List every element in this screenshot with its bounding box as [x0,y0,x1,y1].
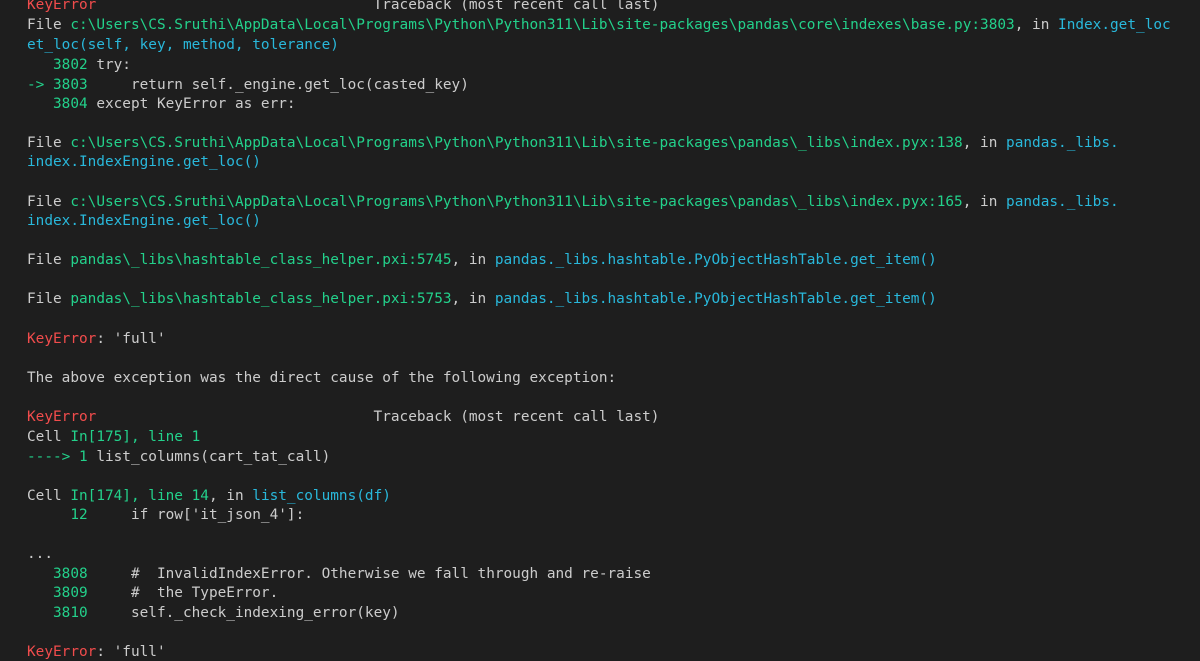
terminal-line-code-3810: 3810 self._check_indexing_error(key) [27,604,400,623]
terminal-text: self._check_indexing_error(key) [87,605,400,621]
terminal-text: Index.get_loc [1058,17,1171,33]
terminal-line-code-3802: 3802 try: [27,56,131,75]
terminal-text: 3802 [27,57,88,73]
terminal-text: KeyError [27,644,97,660]
terminal-text: Cell [27,488,71,504]
terminal-text: KeyError [27,409,97,425]
terminal-text: 3810 [27,605,88,621]
terminal-line-code-3804: 3804 except KeyError as err: [27,95,296,114]
terminal-text: c:\Users\CS.Sruthi\AppData\Local\Program… [70,17,1015,33]
terminal-line-key-error-2: KeyError: 'full' [27,643,166,661]
terminal-text: File [27,17,71,33]
terminal-text: File [27,135,71,151]
terminal-line-file-line-3a: File c:\Users\CS.Sruthi\AppData\Local\Pr… [27,193,1119,212]
terminal-line-file-line-3b: index.IndexEngine.get_loc() [27,212,261,231]
terminal-text: In[174], line 14 [70,488,209,504]
terminal-text: except KeyError as err: [87,96,296,112]
terminal-text: In[175], line 1 [70,429,201,445]
terminal-line-file-line-1b: et_loc(self, key, method, tolerance) [27,36,339,55]
terminal-line-error-header-1: KeyError Traceback (most recent call las… [27,0,659,15]
terminal-text: ... [27,546,53,562]
terminal-text: pandas\_libs\hashtable_class_helper.pxi:… [70,252,452,268]
terminal-text: Cell [27,429,71,445]
terminal-line-key-error-1: KeyError: 'full' [27,330,166,349]
terminal-line-error-header-2: KeyError Traceback (most recent call las… [27,408,659,427]
terminal-text: , in [1014,17,1059,33]
terminal-text: File [27,252,71,268]
terminal-text: KeyError [27,331,97,347]
terminal-line-file-line-1a: File c:\Users\CS.Sruthi\AppData\Local\Pr… [27,16,1171,35]
terminal-line-file-line-2a: File c:\Users\CS.Sruthi\AppData\Local\Pr… [27,134,1119,153]
terminal-text: pandas._libs. [1006,135,1119,151]
terminal-line-code-3809: 3809 # the TypeError. [27,584,278,603]
terminal-line-cause-message: The above exception was the direct cause… [27,369,616,388]
terminal-text: try: [87,57,131,73]
terminal-text: et_loc(self, key, method, tolerance) [27,37,339,53]
terminal-text: , in [451,252,495,268]
terminal-text: , in [962,135,1007,151]
terminal-text: ----> 1 [27,449,88,465]
terminal-text: c:\Users\CS.Sruthi\AppData\Local\Program… [70,194,963,210]
terminal-text: pandas._libs. [1006,194,1119,210]
terminal-line-code-3803: -> 3803 return self._engine.get_loc(cast… [27,76,469,95]
terminal-line-file-line-5: File pandas\_libs\hashtable_class_helper… [27,290,937,309]
terminal-text: , in [208,488,253,504]
terminal-text: pandas\_libs\hashtable_class_helper.pxi:… [70,291,452,307]
terminal-text: 12 [27,507,88,523]
terminal-text: if row['it_json_4']: [87,507,305,523]
terminal-text: list_columns(df) [252,488,391,504]
terminal-text: return self._engine.get_loc(casted_key) [87,77,469,93]
terminal-line-cell-line-1: Cell In[175], line 1 [27,428,200,447]
terminal-line-cell-line-2: Cell In[174], line 14, in list_columns(d… [27,487,391,506]
terminal-text: File [27,194,71,210]
terminal-text: -> 3803 [27,77,88,93]
terminal-text: index.IndexEngine.get_loc() [27,154,261,170]
terminal-line-code-cell-1: ----> 1 list_columns(cart_tat_call) [27,448,330,467]
terminal-text: pandas._libs.hashtable.PyObjectHashTable… [494,252,937,268]
terminal-text: index.IndexEngine.get_loc() [27,213,261,229]
terminal-line-code-12: 12 if row['it_json_4']: [27,506,304,525]
terminal-line-file-line-2b: index.IndexEngine.get_loc() [27,153,261,172]
terminal-line-file-line-4: File pandas\_libs\hashtable_class_helper… [27,251,937,270]
terminal-text: 3804 [27,96,88,112]
terminal-text: 3809 [27,585,88,601]
terminal-text: , in [451,291,495,307]
terminal-line-code-3808: 3808 # InvalidIndexError. Otherwise we f… [27,565,651,584]
terminal-text: File [27,291,71,307]
terminal-text: Traceback (most recent call last) [96,409,660,425]
terminal-text: Traceback (most recent call last) [96,0,660,13]
terminal-text: # InvalidIndexError. Otherwise we fall t… [87,566,651,582]
terminal-text: The above exception was the direct cause… [27,370,617,386]
terminal-text: c:\Users\CS.Sruthi\AppData\Local\Program… [70,135,963,151]
terminal-text: , in [962,194,1007,210]
terminal-text: KeyError [27,0,97,13]
terminal-text: : 'full' [96,644,166,660]
terminal-text: 3808 [27,566,88,582]
terminal-line-ellipsis: ... [27,545,53,564]
terminal-output: KeyError Traceback (most recent call las… [0,0,1200,661]
terminal-text: : 'full' [96,331,166,347]
terminal-text: list_columns(cart_tat_call) [87,449,331,465]
terminal-text: pandas._libs.hashtable.PyObjectHashTable… [494,291,937,307]
terminal-text: # the TypeError. [87,585,279,601]
